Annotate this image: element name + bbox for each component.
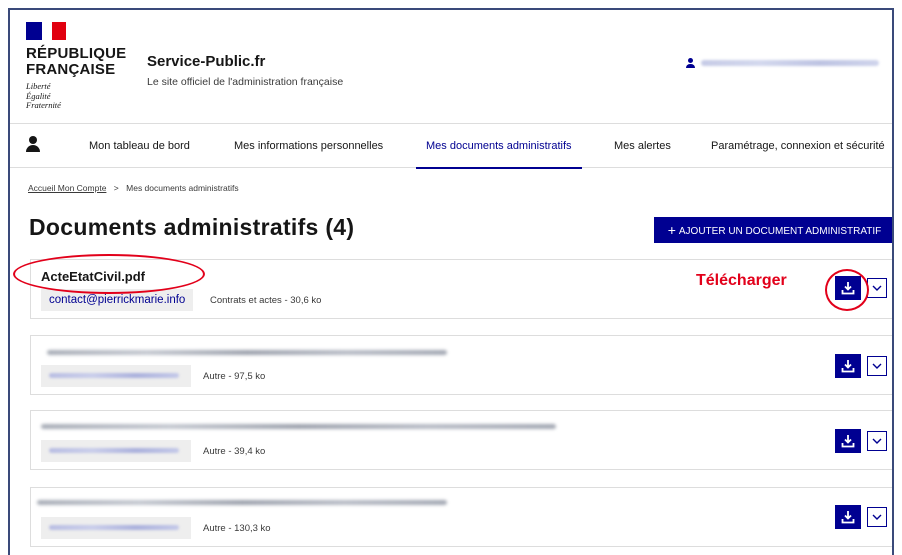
chevron-down-icon [872,514,882,520]
document-meta: Autre - 97,5 ko [203,371,266,382]
blurred-owner-tag [41,365,191,387]
document-card: Autre - 97,5 ko [30,335,892,395]
expand-button[interactable] [867,356,887,376]
account-nav: Mon tableau de bord Mes informations per… [10,124,892,169]
service-tagline: Le site officiel de l'administration fra… [147,76,344,88]
breadcrumb-home-link[interactable]: Accueil Mon Compte [28,183,106,193]
expand-button[interactable] [867,507,887,527]
blurred-owner-tag [41,440,191,462]
french-flag-icon [26,22,66,40]
chevron-down-icon [872,363,882,369]
republique-francaise-logo[interactable]: RÉPUBLIQUE FRANÇAISE Liberté Égalité Fra… [26,22,136,111]
breadcrumb: Accueil Mon Compte > Mes documents admin… [28,183,239,193]
download-button[interactable] [835,429,861,453]
nav-alertes[interactable]: Mes alertes [614,124,671,168]
blurred-document-name [47,350,447,355]
annotation-telecharger-label: Télécharger [696,272,787,289]
document-card: Autre - 39,4 ko [30,410,892,470]
plus-icon: + [667,222,676,238]
breadcrumb-separator: > [113,183,119,193]
republique-title: RÉPUBLIQUE FRANÇAISE [26,46,136,78]
annotation-filename-ellipse [13,254,205,294]
expand-button[interactable] [867,278,887,298]
add-document-button[interactable]: + AJOUTER UN DOCUMENT ADMINISTRATIF [654,217,892,243]
blurred-owner-tag [41,517,191,539]
devise: Liberté Égalité Fraternité [26,81,136,111]
account-user-icon [26,136,40,152]
nav-tableau-de-bord[interactable]: Mon tableau de bord [89,124,190,168]
user-account-link[interactable] [686,58,879,68]
nav-documents-administratifs[interactable]: Mes documents administratifs [416,124,581,169]
document-card: Autre - 130,3 ko [30,487,892,547]
breadcrumb-current: Mes documents administratifs [126,183,239,193]
nav-informations-personnelles[interactable]: Mes informations personnelles [234,124,383,168]
nav-parametrage[interactable]: Paramétrage, connexion et sécurité [711,124,885,168]
blurred-user-name [701,60,879,66]
download-icon [841,435,855,448]
document-meta: Autre - 39,4 ko [203,446,266,457]
republique-title-line2: FRANÇAISE [26,61,116,78]
app-window: RÉPUBLIQUE FRANÇAISE Liberté Égalité Fra… [8,8,894,555]
download-icon [841,511,855,524]
devise-fraternite: Fraternité [26,100,61,110]
download-button[interactable] [835,505,861,529]
chevron-down-icon [872,438,882,444]
download-button[interactable] [835,354,861,378]
service-name-link[interactable]: Service-Public.fr [147,53,265,70]
blurred-document-name [37,500,447,505]
expand-button[interactable] [867,431,887,451]
republique-title-line1: RÉPUBLIQUE [26,45,127,62]
annotation-download-ellipse [825,269,869,311]
document-meta: Contrats et actes - 30,6 ko [210,295,322,306]
add-document-label: AJOUTER UN DOCUMENT ADMINISTRATIF [678,226,882,237]
site-header: RÉPUBLIQUE FRANÇAISE Liberté Égalité Fra… [10,10,892,124]
chevron-down-icon [872,285,882,291]
document-meta: Autre - 130,3 ko [203,523,271,534]
blurred-document-name [41,424,556,429]
page-title: Documents administratifs (4) [29,214,355,240]
download-icon [841,360,855,373]
user-icon [686,58,695,68]
